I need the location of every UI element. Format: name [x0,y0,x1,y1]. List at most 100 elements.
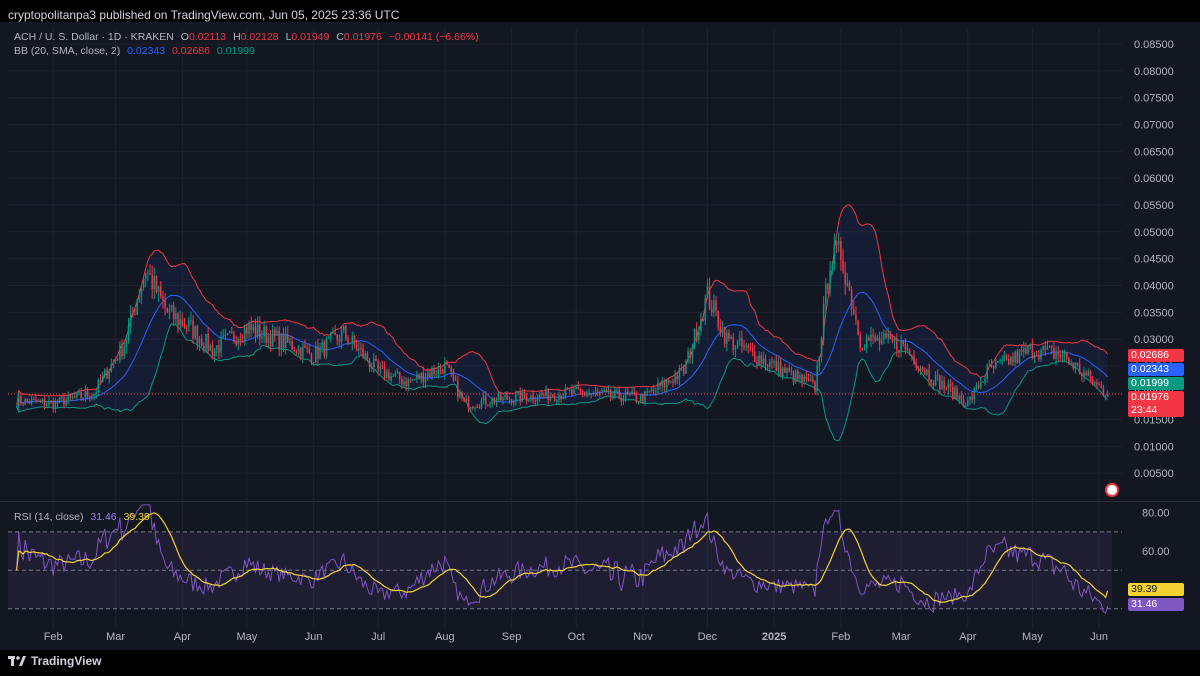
candle-body [274,329,276,336]
footer-bar [0,650,1200,676]
candle-body [261,336,263,339]
candle-body [35,399,37,402]
candle-body [962,399,965,406]
candle-body [753,352,756,362]
candle-body [1059,355,1062,357]
candle-body [812,379,814,382]
candle-body [370,366,373,368]
candle-body [188,320,190,328]
candle-body [710,308,713,313]
rsi-legend[interactable]: RSI (14, close) 31.46 39.39 [14,511,154,523]
chart-canvas[interactable]: 0.08500 0.08000 0.07500 0.07000 0.06500 0.060… [0,0,1200,650]
candle-body [39,400,42,402]
candle-body [280,333,283,350]
candle-body [706,286,709,299]
candle-body [829,270,831,289]
candle-body [157,286,160,292]
candle-body [50,400,52,402]
last-price-tag: 0.01976 23:44 [1128,391,1184,417]
price-tick-label: 0.03000 [1134,334,1174,346]
candle-body [24,398,26,405]
bb-legend[interactable]: BB (20, SMA, close, 2) 0.02343 0.02686 0… [14,45,259,57]
open-label: O [180,31,189,43]
candle-body [790,370,793,372]
candle-body [194,326,196,339]
candle-body [144,273,147,279]
candle-body [512,401,515,404]
candle-body [769,361,771,367]
candle-body [127,326,130,340]
price-tick-label: 0.01000 [1134,441,1174,453]
candle-body [254,326,257,337]
tradingview-logo-icon [8,656,26,666]
candle-body [420,372,422,380]
candle-body [848,282,851,290]
candle-body [110,364,113,373]
candle-body [52,400,54,409]
candle-body [349,342,351,344]
candle-body [332,332,334,334]
candle-body [495,400,498,404]
candle-body [756,361,758,365]
candle-body [878,337,881,344]
candle-body [435,373,438,375]
price-tick-label: 0.04500 [1134,254,1174,266]
candle-body [185,327,188,329]
candle-body [947,383,950,389]
candle-body [954,387,956,399]
candle-body [388,372,390,381]
candle-body [291,341,293,351]
candle-body [396,371,399,374]
candle-body [65,399,67,406]
candle-body [842,259,844,272]
candle-body [15,406,18,408]
candle-body [1050,346,1053,348]
candle-body [289,341,291,343]
candle-body [172,305,175,319]
candle-body [844,271,846,286]
high-label: H [233,31,241,43]
candle-body [837,240,840,245]
candle-body [1038,356,1040,360]
candle-body [140,287,143,298]
candle-body [825,284,827,304]
candle-body [129,312,132,327]
candle-body [549,395,552,401]
candle-body [616,390,618,392]
candle-body [644,391,646,403]
candle-body [317,346,319,359]
candle-body [437,366,440,374]
candle-body [190,320,192,322]
candle-body [990,364,993,367]
candle-body [48,400,50,405]
candle-body [252,326,255,331]
candle-body [394,373,397,376]
candle-body [263,326,265,337]
candle-body [407,379,410,386]
candle-body [553,397,556,401]
candle-body [136,301,138,315]
candle-body [596,391,599,393]
candle-body [461,391,463,399]
candle-body [995,361,997,369]
candle-body [340,330,343,342]
candle-body [454,380,457,382]
candle-body [1029,344,1031,347]
candle-body [642,394,644,403]
candle-body [949,383,952,387]
candle-body [237,338,240,345]
candle-body [1068,358,1070,363]
candle-body [1044,346,1047,350]
candle-body [1081,373,1083,376]
candle-body [807,378,810,381]
candle-body [1014,351,1016,362]
tradingview-logo[interactable]: TradingView [8,654,101,668]
candle-body [1005,355,1008,359]
close-label: C [336,31,344,43]
price-tick-label: 0.03500 [1134,307,1174,319]
candle-body [439,366,442,369]
candle-body [784,367,786,373]
time-tick-label: Mar [892,631,911,643]
candle-body [719,327,722,333]
candle-body [687,351,689,362]
